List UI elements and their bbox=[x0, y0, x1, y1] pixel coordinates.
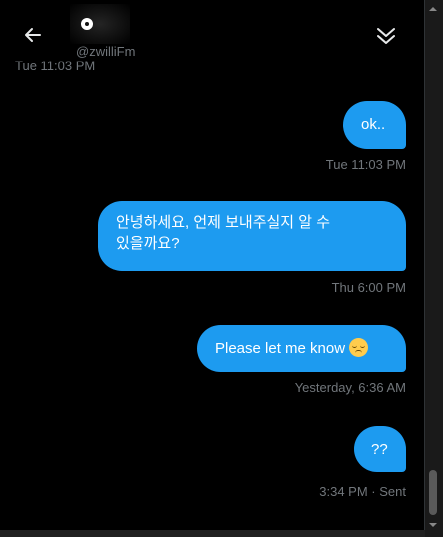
message-bubble[interactable]: Please let me know bbox=[197, 325, 406, 372]
message-timestamp: Tue 11:03 PM bbox=[325, 157, 406, 172]
message-text: ok.. bbox=[361, 116, 386, 133]
avatar-blur bbox=[70, 4, 130, 44]
message-timestamp: Thu 6:00 PM bbox=[331, 280, 406, 295]
double-chevron-down-icon bbox=[377, 28, 395, 44]
message-bubble[interactable]: ?? bbox=[354, 426, 406, 472]
message-text-line: 있을까요? bbox=[116, 235, 180, 252]
user-handle[interactable]: @zwilliFm bbox=[76, 44, 135, 59]
arrow-left-icon bbox=[25, 28, 41, 42]
scrollbar-track[interactable] bbox=[425, 0, 443, 537]
pensive-face-emoji bbox=[349, 338, 369, 357]
message-text-line: 안녕하세요, 언제 보내주실지 알 수 bbox=[116, 214, 331, 231]
message-timestamp: Yesterday, 6:36 AM bbox=[294, 380, 406, 395]
message-status: Sent bbox=[379, 484, 406, 499]
scroll-down-arrow-icon[interactable] bbox=[428, 520, 438, 530]
conversation-header: @zwilliFm bbox=[0, 0, 424, 62]
message-bubble[interactable]: ok.. bbox=[343, 101, 406, 149]
scrollbar-thumb[interactable] bbox=[429, 470, 437, 515]
back-button[interactable] bbox=[16, 18, 50, 52]
message-text: Please let me know bbox=[215, 340, 346, 357]
avatar[interactable] bbox=[81, 18, 93, 30]
collapse-button[interactable] bbox=[370, 20, 402, 52]
window-frame: Tue 11:03 PM @zwilliFm ok.. Tue 11:03 PM bbox=[0, 0, 443, 537]
dm-conversation-panel: Tue 11:03 PM @zwilliFm ok.. Tue 11:03 PM bbox=[0, 0, 425, 530]
message-timestamp: 3:34 PM bbox=[319, 484, 368, 499]
scroll-up-arrow-icon[interactable] bbox=[428, 4, 438, 14]
message-text: ?? bbox=[371, 441, 388, 458]
message-timestamp-status: 3:34 PM · Sent bbox=[319, 484, 406, 499]
message-bubble[interactable]: 안녕하세요, 언제 보내주실지 알 수 있을까요? bbox=[98, 201, 406, 271]
